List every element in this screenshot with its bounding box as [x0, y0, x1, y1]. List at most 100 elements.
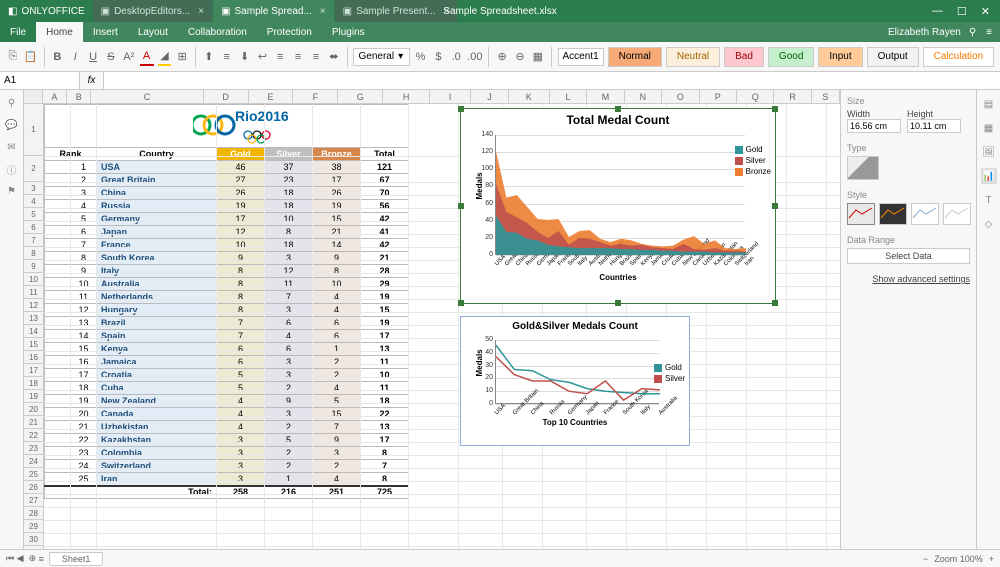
style-normal[interactable]: Normal	[608, 47, 662, 67]
row-header[interactable]: 27	[24, 494, 44, 507]
row-header[interactable]: 13	[24, 312, 44, 325]
sheet-tab[interactable]: Sheet1	[49, 552, 104, 566]
row-header[interactable]: 21	[24, 416, 44, 429]
align-top-icon[interactable]: ⬆	[202, 48, 216, 66]
row-header[interactable]: 1	[24, 104, 44, 156]
row-header[interactable]: 17	[24, 364, 44, 377]
menu-layout[interactable]: Layout	[128, 22, 178, 42]
info-icon[interactable]: ⓘ	[5, 162, 19, 176]
style-bad[interactable]: Bad	[724, 47, 764, 67]
prev-sheet-icon[interactable]: ◀	[17, 553, 24, 564]
align-bot-icon[interactable]: ⬇	[238, 48, 252, 66]
menu-plugins[interactable]: Plugins	[322, 22, 375, 42]
bold-icon[interactable]: B	[50, 48, 64, 66]
style-neutral[interactable]: Neutral	[666, 47, 720, 67]
fill-color-icon[interactable]: ◢	[158, 48, 172, 66]
col-header[interactable]: B	[67, 90, 91, 103]
table-settings-icon[interactable]: ▦	[981, 120, 997, 136]
zoom-in-icon[interactable]: +	[989, 554, 994, 564]
col-header[interactable]: L	[550, 90, 587, 103]
merge-icon[interactable]: ⬌	[327, 48, 341, 66]
minimize-icon[interactable]: —	[932, 5, 943, 18]
height-input[interactable]	[907, 119, 961, 133]
col-header[interactable]: K	[509, 90, 550, 103]
zoom-out-icon[interactable]: −	[923, 554, 928, 564]
search-icon[interactable]: ⚲	[969, 27, 976, 38]
menu-home[interactable]: Home	[36, 22, 83, 42]
comments-icon[interactable]: 💬	[5, 118, 19, 132]
app-tab[interactable]: ◧ ONLYOFFICE	[0, 0, 93, 22]
percent-icon[interactable]: %	[414, 48, 428, 66]
row-header[interactable]: 2	[24, 156, 44, 182]
row-header[interactable]: 6	[24, 221, 44, 234]
row-header[interactable]: 22	[24, 429, 44, 442]
copy-icon[interactable]: ⎘	[6, 48, 20, 66]
settings-icon[interactable]: ≡	[986, 27, 992, 38]
first-sheet-icon[interactable]: ⏮	[6, 553, 14, 564]
col-header[interactable]: C	[91, 90, 203, 103]
document-tab[interactable]: ▣DesktopEditors...×	[93, 0, 213, 22]
row-header[interactable]: 14	[24, 325, 44, 338]
row-header[interactable]: 24	[24, 455, 44, 468]
col-header[interactable]: E	[249, 90, 294, 103]
borders-icon[interactable]: ⊞	[175, 48, 189, 66]
dec-inc-icon[interactable]: .0	[449, 48, 463, 66]
row-header[interactable]: 5	[24, 208, 44, 221]
row-header[interactable]: 28	[24, 507, 44, 520]
show-advanced-link[interactable]: Show advanced settings	[847, 274, 970, 284]
align-mid-icon[interactable]: ≡	[220, 48, 234, 66]
tab-close-icon[interactable]: ×	[320, 6, 326, 17]
row-header[interactable]: 8	[24, 247, 44, 260]
file-menu[interactable]: File	[0, 22, 36, 42]
align-left-icon[interactable]: ≡	[273, 48, 287, 66]
row-header[interactable]: 7	[24, 234, 44, 247]
row-header[interactable]: 18	[24, 377, 44, 390]
col-header[interactable]: D	[204, 90, 249, 103]
col-header[interactable]: O	[662, 90, 699, 103]
document-tab[interactable]: ▣Sample Spread...×	[213, 0, 335, 22]
row-header[interactable]: 12	[24, 299, 44, 312]
table-icon[interactable]: ▦	[531, 48, 545, 66]
chart-settings-icon[interactable]: 📊	[981, 168, 997, 184]
italic-icon[interactable]: I	[68, 48, 82, 66]
align-right-icon[interactable]: ≡	[309, 48, 323, 66]
underline-icon[interactable]: U	[86, 48, 100, 66]
col-header[interactable]: Q	[737, 90, 774, 103]
row-header[interactable]: 20	[24, 403, 44, 416]
chart-style-2[interactable]	[879, 203, 907, 225]
chart-gold-silver[interactable]: Gold&Silver Medals Count Medals 01020304…	[460, 316, 690, 446]
paragraph-icon[interactable]: ▤	[981, 96, 997, 112]
menu-protection[interactable]: Protection	[257, 22, 322, 42]
row-header[interactable]: 4	[24, 195, 44, 208]
row-header[interactable]: 16	[24, 351, 44, 364]
name-box[interactable]: A1	[0, 72, 80, 89]
col-header[interactable]: N	[625, 90, 662, 103]
style-calculation[interactable]: Calculation	[923, 47, 994, 67]
currency-icon[interactable]: $	[431, 48, 445, 66]
align-center-icon[interactable]: ≡	[291, 48, 305, 66]
style-input[interactable]: Input	[818, 47, 862, 67]
select-all-corner[interactable]	[24, 90, 43, 103]
style-output[interactable]: Output	[867, 47, 919, 67]
row-header[interactable]: 19	[24, 390, 44, 403]
select-data-button[interactable]: Select Data	[847, 248, 970, 264]
width-input[interactable]	[847, 119, 901, 133]
sheet-list-icon[interactable]: ≡	[39, 554, 44, 564]
col-header[interactable]: S	[812, 90, 840, 103]
image-settings-icon[interactable]: 🖼	[981, 144, 997, 160]
row-header[interactable]: 23	[24, 442, 44, 455]
chart-style-3[interactable]	[911, 203, 939, 225]
col-header[interactable]: R	[774, 90, 811, 103]
row-header[interactable]: 31	[24, 546, 44, 549]
menu-collaboration[interactable]: Collaboration	[178, 22, 257, 42]
formula-input[interactable]	[104, 72, 1000, 89]
paste-icon[interactable]: 📋	[24, 48, 38, 66]
text-settings-icon[interactable]: T	[981, 192, 997, 208]
style-accent[interactable]: Accent1	[558, 48, 604, 66]
row-header[interactable]: 3	[24, 182, 44, 195]
font-color-icon[interactable]: A	[140, 48, 154, 66]
strike-icon[interactable]: S	[104, 48, 118, 66]
col-header[interactable]: P	[700, 90, 737, 103]
spreadsheet-grid[interactable]: ABCDEFGHIJKLMNOPQRS 12345678910111213141…	[24, 90, 840, 549]
chart-style-1[interactable]	[847, 203, 875, 225]
